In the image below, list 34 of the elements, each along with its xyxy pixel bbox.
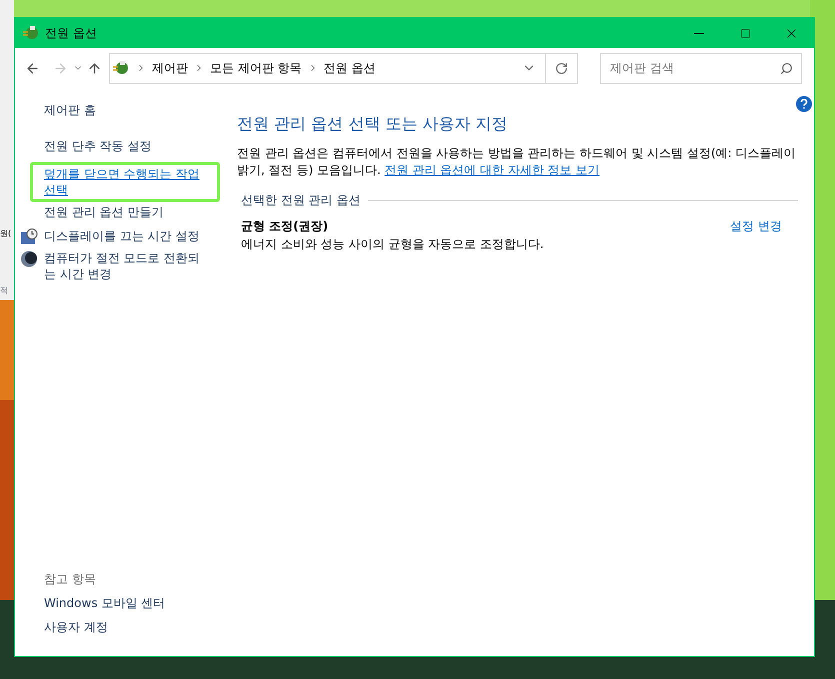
plan-description: 에너지 소비와 성능 사이의 균형을 자동으로 조정합니다. xyxy=(241,236,544,253)
sidebar-link[interactable]: 제어판 홈 xyxy=(44,102,220,118)
search-field[interactable]: 제어판 검색 xyxy=(600,52,802,84)
forward-arrow-icon xyxy=(53,60,68,76)
more-info-link[interactable]: 전원 관리 옵션에 대한 자세한 정보 보기 xyxy=(384,163,600,177)
description-text: 전원 관리 옵션은 컴퓨터에서 전원을 사용하는 방법을 관리하는 하드웨어 및 시스템 설정(예: 디스플레이 밝기, 절전 등) 모음입니다. 전원 관리 옵션에 대한 자세한 정보 보기 xyxy=(237,145,796,179)
search-icon xyxy=(780,62,793,74)
sidebar-link[interactable]: 전원 단추 작동 설정 xyxy=(44,138,220,154)
refresh-icon xyxy=(555,62,568,74)
power-plug-icon xyxy=(22,24,40,42)
window-title: 전원 옵션 xyxy=(45,25,97,42)
sidebar-link[interactable]: 컴퓨터가 절전 모드로 전환되는 시간 변경 xyxy=(44,250,209,282)
breadcrumb-item[interactable]: 제어판 xyxy=(152,59,188,77)
background-window-text: 적 xyxy=(0,285,9,297)
clock-monitor-icon xyxy=(20,228,38,246)
sidebar-link[interactable]: 디스플레이를 끄는 시간 설정 xyxy=(44,228,209,244)
see-also-heading: 참고 항목 xyxy=(44,571,97,588)
section-heading: 선택한 전원 관리 옵션 xyxy=(241,192,360,209)
sidebar-link[interactable]: 덮개를 닫으면 수행되는 작업 선택 xyxy=(44,166,204,198)
breadcrumb-item[interactable]: 모든 제어판 항목 xyxy=(210,59,302,77)
see-also-link[interactable]: 사용자 계정 xyxy=(44,618,220,636)
power-plug-icon xyxy=(112,59,130,77)
page-heading: 전원 관리 옵션 선택 또는 사용자 지정 xyxy=(237,113,509,135)
see-also-link[interactable]: Windows 모바일 센터 xyxy=(44,594,220,612)
change-settings-link[interactable]: 설정 변경 xyxy=(730,217,782,235)
breadcrumb-item[interactable]: 전원 옵션 xyxy=(324,59,376,77)
help-icon[interactable] xyxy=(796,96,812,112)
background-window-text: 원( xyxy=(0,228,12,240)
sidebar-link[interactable]: 전원 관리 옵션 만들기 xyxy=(44,204,220,220)
moon-icon xyxy=(20,250,38,268)
plan-name: 균형 조정(권장) xyxy=(241,218,330,235)
minimize-icon xyxy=(694,32,704,34)
address-bar[interactable]: 제어판 모든 제어판 항목 전원 옵션 xyxy=(109,52,578,84)
maximize-icon xyxy=(740,28,750,38)
